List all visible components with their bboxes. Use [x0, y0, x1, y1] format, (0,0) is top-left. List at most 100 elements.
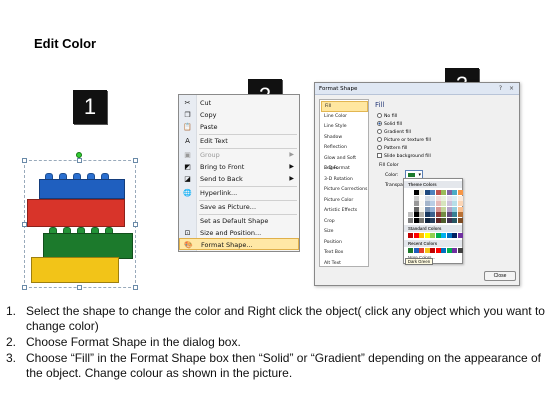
radio-button[interactable]: [377, 121, 382, 126]
color-swatch[interactable]: [408, 206, 413, 212]
help-icon[interactable]: ?: [496, 84, 505, 93]
radio-button[interactable]: [377, 129, 382, 134]
menu-item-bring-to-front[interactable]: ◩ Bring to Front ▶: [179, 161, 299, 173]
menu-item-cut[interactable]: ✂ Cut: [179, 97, 299, 109]
color-swatch[interactable]: [413, 212, 419, 217]
color-swatch[interactable]: [446, 212, 452, 217]
color-swatch[interactable]: [446, 217, 452, 223]
color-swatch[interactable]: [435, 233, 441, 238]
nav-3d-format[interactable]: 3-D Format: [321, 164, 368, 175]
color-swatch[interactable]: [413, 206, 419, 212]
selection-handle[interactable]: [22, 158, 27, 163]
nav-size[interactable]: Size: [321, 227, 368, 238]
selection-handle[interactable]: [133, 285, 138, 290]
nav-fill[interactable]: Fill: [321, 101, 368, 112]
color-swatch[interactable]: [457, 195, 463, 201]
color-swatch[interactable]: [435, 195, 441, 201]
color-swatch[interactable]: [457, 201, 463, 206]
color-swatch[interactable]: [457, 233, 463, 238]
selection-handle[interactable]: [22, 222, 27, 227]
nav-reflection[interactable]: Reflection: [321, 143, 368, 154]
color-swatch[interactable]: [408, 233, 413, 238]
selection-handle[interactable]: [77, 285, 82, 290]
nav-line-style[interactable]: Line Style: [321, 122, 368, 133]
color-swatch[interactable]: [419, 206, 424, 212]
color-swatch[interactable]: [441, 248, 446, 253]
color-swatch[interactable]: [424, 248, 430, 253]
color-swatch[interactable]: [441, 212, 446, 217]
color-swatch[interactable]: [408, 212, 413, 217]
nav-glow-soft-edges[interactable]: Glow and Soft Edges: [321, 154, 368, 172]
color-swatch[interactable]: [430, 190, 435, 195]
color-swatch[interactable]: [435, 217, 441, 223]
color-swatch[interactable]: [435, 212, 441, 217]
color-swatch[interactable]: [457, 190, 463, 195]
color-swatch[interactable]: [430, 212, 435, 217]
color-swatch[interactable]: [413, 195, 419, 201]
color-swatch[interactable]: [408, 195, 413, 201]
nav-picture-corrections[interactable]: Picture Corrections: [321, 185, 368, 196]
menu-item-send-to-back[interactable]: ◪ Send to Back ▶: [179, 173, 299, 185]
color-swatch[interactable]: [413, 217, 419, 223]
color-swatch[interactable]: [452, 212, 457, 217]
nav-alt-text[interactable]: Alt Text: [321, 259, 368, 270]
color-swatch[interactable]: [452, 248, 457, 253]
color-swatch[interactable]: [419, 248, 424, 253]
nav-artistic-effects[interactable]: Artistic Effects: [321, 206, 368, 217]
nav-3d-rotation[interactable]: 3-D Rotation: [321, 175, 368, 186]
color-swatch[interactable]: [424, 206, 430, 212]
color-swatch[interactable]: [408, 190, 413, 195]
color-swatch[interactable]: [413, 201, 419, 206]
close-button[interactable]: Close: [484, 271, 516, 281]
color-swatch[interactable]: [441, 195, 446, 201]
color-swatch[interactable]: [430, 195, 435, 201]
color-swatch[interactable]: [419, 190, 424, 195]
color-swatch[interactable]: [424, 190, 430, 195]
color-swatch[interactable]: [430, 217, 435, 223]
menu-item-copy[interactable]: ❐ Copy: [179, 109, 299, 121]
nav-crop[interactable]: Crop: [321, 217, 368, 228]
menu-item-group[interactable]: ▣ Group ▶: [179, 149, 299, 161]
checkbox-slide-background[interactable]: Slide background fill: [377, 153, 431, 160]
color-swatch[interactable]: [446, 233, 452, 238]
selection-handle[interactable]: [22, 285, 27, 290]
color-swatch[interactable]: [452, 217, 457, 223]
color-swatch[interactable]: [457, 212, 463, 217]
nav-picture-color[interactable]: Picture Color: [321, 196, 368, 207]
color-swatch[interactable]: [413, 190, 419, 195]
color-swatch[interactable]: [430, 206, 435, 212]
radio-solid-fill[interactable]: Solid fill: [377, 121, 402, 128]
color-swatch[interactable]: [413, 233, 419, 238]
checkbox[interactable]: [377, 153, 382, 158]
color-swatch[interactable]: [435, 190, 441, 195]
color-swatch[interactable]: [424, 201, 430, 206]
color-swatch[interactable]: [441, 201, 446, 206]
menu-item-set-default-shape[interactable]: Set as Default Shape: [179, 215, 299, 227]
color-swatch[interactable]: [452, 201, 457, 206]
radio-gradient-fill[interactable]: Gradient fill: [377, 129, 411, 136]
color-swatch[interactable]: [419, 217, 424, 223]
color-swatch[interactable]: [424, 195, 430, 201]
color-swatch[interactable]: [413, 248, 419, 253]
color-swatch[interactable]: [419, 195, 424, 201]
yellow-brick[interactable]: [31, 257, 119, 283]
red-brick[interactable]: [27, 199, 125, 227]
color-swatch[interactable]: [408, 217, 413, 223]
color-swatch[interactable]: [419, 212, 424, 217]
color-swatch[interactable]: [430, 233, 435, 238]
nav-line-color[interactable]: Line Color: [321, 112, 368, 123]
color-swatch[interactable]: [424, 217, 430, 223]
color-swatch[interactable]: [446, 248, 452, 253]
color-swatch[interactable]: [424, 233, 430, 238]
nav-shadow[interactable]: Shadow: [321, 133, 368, 144]
menu-item-save-as-picture[interactable]: Save as Picture...: [179, 201, 299, 213]
color-swatch[interactable]: [408, 248, 413, 253]
radio-no-fill[interactable]: No fill: [377, 113, 397, 120]
color-swatch[interactable]: [457, 248, 463, 253]
color-swatch[interactable]: [408, 201, 413, 206]
nav-position[interactable]: Position: [321, 238, 368, 249]
color-swatch[interactable]: [452, 233, 457, 238]
selection-handle[interactable]: [133, 158, 138, 163]
selection-handle[interactable]: [77, 158, 82, 163]
color-swatch[interactable]: [452, 206, 457, 212]
